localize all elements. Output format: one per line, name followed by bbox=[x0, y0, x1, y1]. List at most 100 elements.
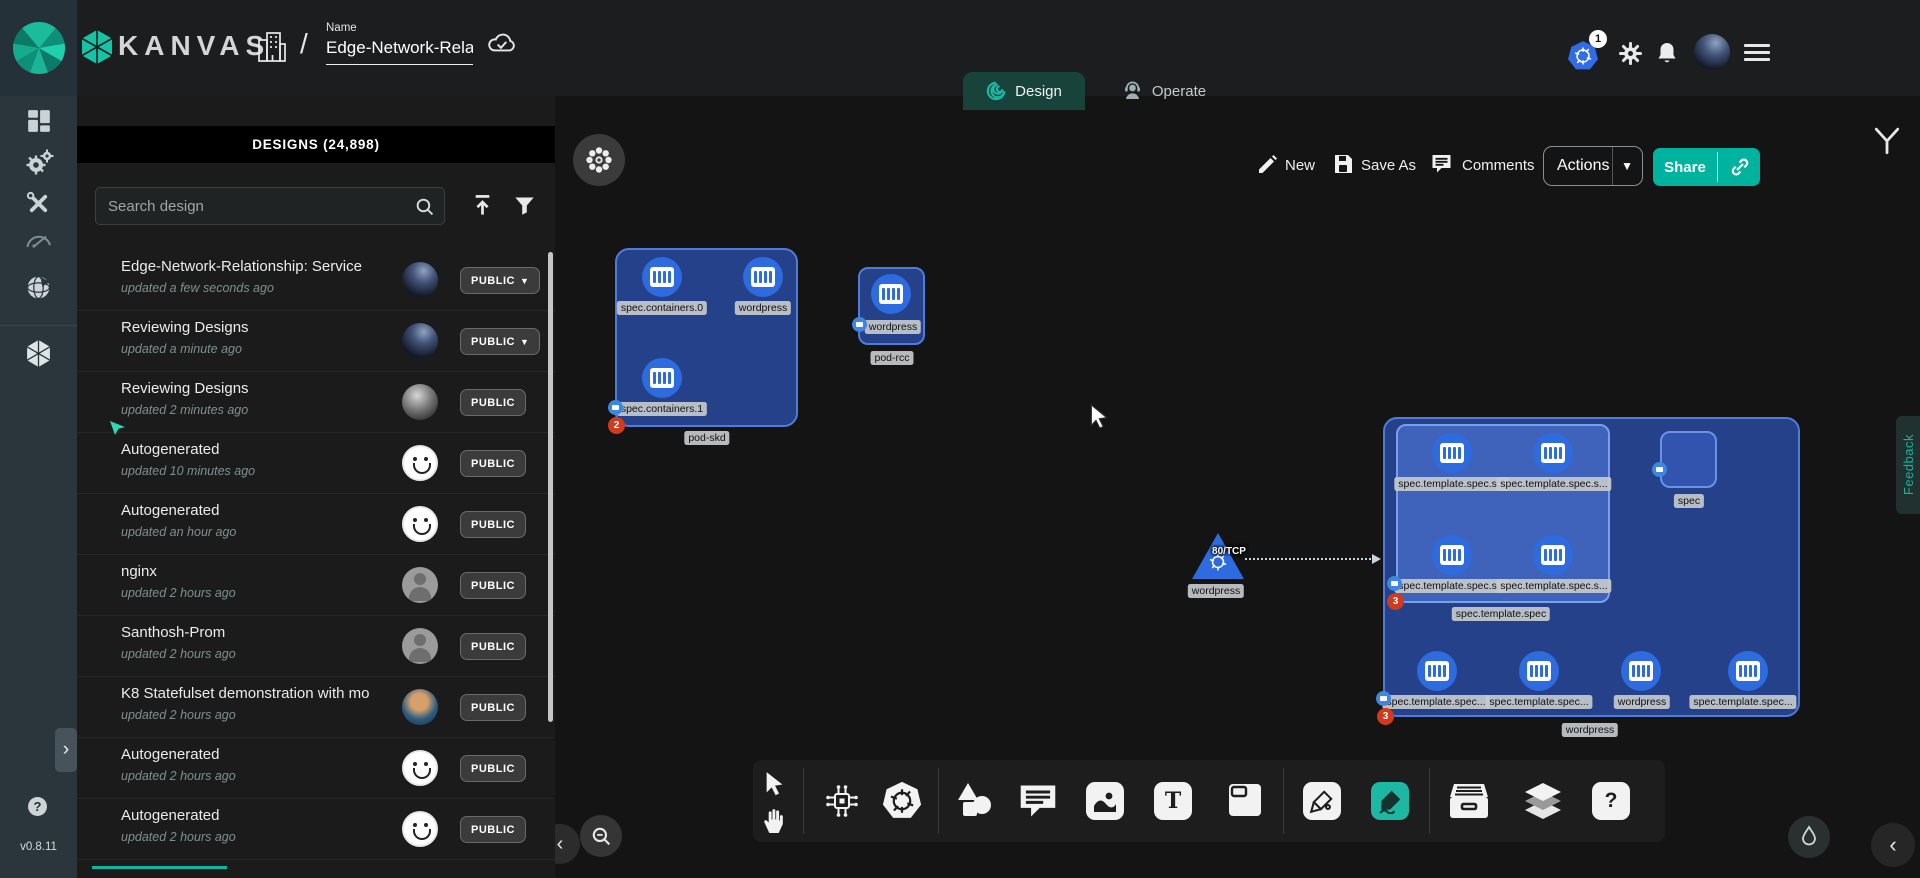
zoom-button[interactable] bbox=[580, 815, 622, 857]
visibility-chip[interactable]: PUBLIC bbox=[460, 511, 526, 538]
service-edge[interactable] bbox=[1245, 558, 1375, 560]
container-node[interactable] bbox=[1519, 651, 1559, 691]
sidebar-expand-button[interactable]: › bbox=[55, 728, 77, 772]
container-node[interactable] bbox=[1432, 433, 1472, 473]
error-badge[interactable]: 3 bbox=[1377, 708, 1394, 725]
tab-design[interactable]: Design bbox=[963, 72, 1085, 110]
design-list-item[interactable]: Autogenerated updated 2 hours ago PUBLIC bbox=[77, 738, 555, 799]
freehand-draw-tool[interactable] bbox=[1371, 782, 1409, 820]
pan-hand-tool[interactable] bbox=[762, 807, 787, 834]
visibility-chip[interactable]: PUBLIC bbox=[460, 572, 526, 599]
layers-tool[interactable] bbox=[1521, 781, 1565, 821]
organization-icon[interactable] bbox=[256, 30, 288, 64]
design-list-item[interactable]: K8 Statefulset demonstration with mo upd… bbox=[77, 677, 555, 738]
design-list-item[interactable]: Edge-Network-Relationship: Service updat… bbox=[77, 250, 555, 311]
configuration-tools-icon[interactable] bbox=[0, 190, 77, 217]
settings-gear-icon[interactable] bbox=[1618, 41, 1643, 66]
actions-caret-icon[interactable]: ▼ bbox=[1621, 159, 1633, 173]
new-button[interactable]: New bbox=[1285, 157, 1315, 174]
design-list-item[interactable]: Reviewing Designs updated 2 minutes ago … bbox=[77, 372, 555, 433]
error-badge[interactable]: 3 bbox=[1387, 593, 1404, 610]
design-list-item[interactable]: Reviewing Designs updated a minute ago P… bbox=[77, 311, 555, 372]
k8s-badge[interactable] bbox=[608, 400, 623, 415]
container-icon bbox=[1736, 661, 1760, 681]
tab-operate[interactable]: Operate bbox=[1093, 72, 1235, 110]
help-tool-glyph: ? bbox=[1605, 789, 1618, 813]
container-node[interactable] bbox=[871, 274, 911, 314]
design-list-item[interactable]: nginx updated 2 hours ago PUBLIC bbox=[77, 555, 555, 616]
new-pencil-icon[interactable] bbox=[1256, 152, 1280, 176]
save-as-floppy-icon[interactable] bbox=[1331, 152, 1355, 176]
visibility-chip[interactable]: PUBLIC bbox=[460, 755, 526, 782]
container-node[interactable] bbox=[1432, 535, 1472, 575]
container-node[interactable] bbox=[743, 257, 783, 297]
collapse-right-button[interactable]: ‹ bbox=[1871, 823, 1915, 867]
container-node[interactable] bbox=[642, 358, 682, 398]
visibility-chip[interactable]: PUBLIC bbox=[460, 633, 526, 660]
design-search-input[interactable] bbox=[108, 188, 408, 224]
pen-tool[interactable] bbox=[1303, 782, 1341, 820]
design-name: Reviewing Designs bbox=[121, 380, 391, 397]
text-tool-glyph: T bbox=[1165, 788, 1181, 814]
k8s-badge[interactable] bbox=[1387, 576, 1402, 591]
comment-tool[interactable] bbox=[1017, 782, 1059, 820]
design-list-item[interactable]: Autogenerated updated 2 hours ago PUBLIC bbox=[77, 799, 555, 860]
visibility-chip[interactable]: PUBLIC ▼ bbox=[460, 267, 540, 294]
note-tool[interactable] bbox=[1225, 782, 1265, 820]
feedback-tab[interactable]: Feedback bbox=[1896, 416, 1920, 514]
container-node[interactable] bbox=[1728, 651, 1768, 691]
error-badge[interactable]: 2 bbox=[608, 417, 625, 434]
share-button[interactable]: Share bbox=[1653, 148, 1760, 186]
shapes-tool[interactable] bbox=[953, 781, 995, 821]
kanvas-hexagon-nav-icon[interactable] bbox=[0, 339, 77, 368]
kubernetes-flower-button[interactable] bbox=[573, 134, 625, 186]
visibility-chip[interactable]: PUBLIC bbox=[460, 450, 526, 477]
menu-hamburger-icon[interactable] bbox=[1744, 44, 1770, 65]
template-spec-node[interactable] bbox=[1396, 424, 1610, 603]
performance-gauge-icon[interactable] bbox=[0, 230, 77, 249]
designs-scrollbar[interactable] bbox=[548, 252, 553, 722]
container-node[interactable] bbox=[1417, 651, 1457, 691]
visibility-chip[interactable]: PUBLIC bbox=[460, 816, 526, 843]
upload-design-icon[interactable] bbox=[470, 193, 495, 218]
design-list-item[interactable]: Autogenerated updated 10 minutes ago PUB… bbox=[77, 433, 555, 494]
k8s-badge[interactable] bbox=[1652, 462, 1667, 477]
visibility-caret-icon: ▼ bbox=[520, 337, 529, 347]
save-as-button[interactable]: Save As bbox=[1361, 157, 1416, 174]
visibility-chip[interactable]: PUBLIC ▼ bbox=[460, 328, 540, 355]
design-list-item[interactable]: Santhosh-Prom updated 2 hours ago PUBLIC bbox=[77, 616, 555, 677]
lifecycle-gears-icon[interactable] bbox=[0, 149, 77, 177]
design-name-input[interactable] bbox=[326, 38, 473, 65]
ink-drop-button[interactable] bbox=[1788, 816, 1830, 858]
mouse-cursor-icon bbox=[1088, 404, 1110, 430]
user-avatar[interactable] bbox=[1694, 34, 1730, 70]
container-node[interactable] bbox=[1533, 433, 1573, 473]
container-node[interactable] bbox=[1533, 535, 1573, 575]
visibility-chip[interactable]: PUBLIC bbox=[460, 694, 526, 721]
help-button[interactable]: ? bbox=[28, 797, 47, 816]
spec-node[interactable] bbox=[1660, 431, 1717, 488]
extensions-sphere-icon[interactable] bbox=[0, 274, 77, 301]
notifications-bell-icon[interactable] bbox=[1655, 40, 1679, 67]
container-node[interactable] bbox=[642, 257, 682, 297]
k8s-badge[interactable] bbox=[852, 317, 867, 332]
share-link-icon[interactable] bbox=[1729, 156, 1751, 178]
meshery-logo-button[interactable] bbox=[0, 0, 77, 96]
k8s-badge[interactable] bbox=[1376, 691, 1391, 706]
help-tool[interactable]: ? bbox=[1592, 782, 1630, 820]
visibility-chip[interactable]: PUBLIC bbox=[460, 389, 526, 416]
filter-funnel-icon[interactable] bbox=[513, 194, 536, 217]
text-tool[interactable]: T bbox=[1154, 782, 1192, 820]
comments-bubble-icon[interactable] bbox=[1429, 152, 1454, 176]
dashboard-icon[interactable] bbox=[0, 108, 77, 134]
components-tool[interactable] bbox=[822, 781, 862, 821]
drawer-tool[interactable] bbox=[1448, 783, 1490, 819]
merge-branch-icon[interactable] bbox=[1872, 126, 1902, 156]
kubernetes-tool[interactable] bbox=[880, 779, 924, 823]
image-tool[interactable] bbox=[1086, 782, 1124, 820]
select-cursor-tool[interactable] bbox=[762, 771, 787, 798]
design-list-item[interactable]: Autogenerated updated an hour ago PUBLIC bbox=[77, 494, 555, 555]
container-node[interactable] bbox=[1621, 651, 1661, 691]
actions-button[interactable]: Actions ▼ bbox=[1543, 146, 1643, 186]
comments-button[interactable]: Comments bbox=[1462, 157, 1535, 174]
